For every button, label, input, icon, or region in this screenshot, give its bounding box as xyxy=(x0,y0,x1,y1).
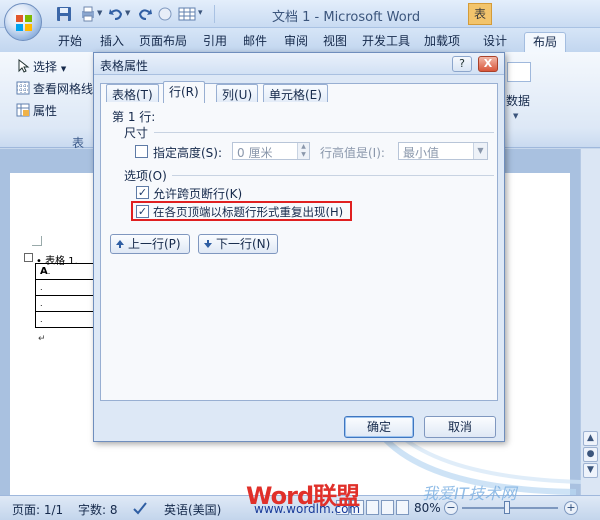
customize-qat-icon[interactable]: ▾ xyxy=(198,8,203,18)
table-cell-text: A xyxy=(40,265,48,277)
language-status[interactable]: 英语(美国) xyxy=(164,501,221,518)
size-section-label: 尺寸 xyxy=(124,126,149,140)
size-divider xyxy=(154,132,494,133)
tab-review[interactable]: 审阅 xyxy=(284,32,308,52)
tab-cell[interactable]: 单元格(E) xyxy=(263,84,328,102)
tab-mailings[interactable]: 邮件 xyxy=(243,32,267,52)
table-move-handle[interactable] xyxy=(24,253,33,262)
tab-row[interactable]: 行(R) xyxy=(163,81,205,103)
tab-table[interactable]: 表格(T) xyxy=(106,84,159,102)
tab-view[interactable]: 视图 xyxy=(323,32,347,52)
properties-button[interactable]: 属性 xyxy=(16,102,57,119)
draft-icon[interactable] xyxy=(396,500,409,515)
office-button[interactable] xyxy=(4,3,42,41)
row-number-label: 第 1 行: xyxy=(112,110,156,124)
page-count[interactable]: 页面: 1/1 xyxy=(12,501,63,518)
word-count[interactable]: 字数: 8 xyxy=(78,501,118,518)
data-group-label[interactable]: 数据 xyxy=(506,92,530,109)
redo-icon[interactable] xyxy=(137,6,153,22)
ribbon-tab-bar: 开始 插入 页面布局 引用 邮件 审阅 视图 开发工具 加载项 设计 布局 xyxy=(0,28,600,52)
previous-row-button[interactable]: 上一行(P) xyxy=(110,234,190,254)
tab-references[interactable]: 引用 xyxy=(203,32,227,52)
web-layout-icon[interactable] xyxy=(366,500,379,515)
margin-corner-mark xyxy=(32,236,42,246)
tab-column[interactable]: 列(U) xyxy=(216,84,259,102)
table-cell[interactable]: . xyxy=(35,295,94,312)
data-group-icon[interactable] xyxy=(507,62,531,82)
tab-home[interactable]: 开始 xyxy=(58,32,82,52)
undo-dropdown-icon[interactable]: ▼ xyxy=(125,9,130,17)
dialog-title: 表格属性 xyxy=(100,59,149,73)
options-divider xyxy=(172,175,494,176)
gridlines-label: 查看网格线 xyxy=(33,82,94,96)
watermark-itlogo: 我爱IT技术网 xyxy=(422,484,517,503)
specify-height-checkbox[interactable] xyxy=(135,145,148,158)
next-row-label: 下一行(N) xyxy=(216,237,271,251)
title-bar: ▼ ▼ ▾ 文档 1 - Microsoft Word 表 xyxy=(0,0,600,28)
table-tools-label: 表 xyxy=(468,3,492,25)
tab-design[interactable]: 设计 xyxy=(483,32,507,52)
view-gridlines-button[interactable]: 查看网格线 xyxy=(16,80,93,97)
row-height-is-label: 行高值是(I): xyxy=(320,146,385,160)
office-logo-icon xyxy=(16,15,32,31)
height-spinner[interactable]: 0 厘米 ▲ ▼ xyxy=(232,142,310,160)
quick-print-icon[interactable] xyxy=(80,6,96,22)
select-label: 选择 xyxy=(33,60,58,74)
close-button[interactable]: X xyxy=(478,56,498,72)
outline-icon[interactable] xyxy=(381,500,394,515)
toolbar-separator xyxy=(214,5,215,23)
table-cell[interactable]: . xyxy=(35,279,94,296)
circle-icon[interactable] xyxy=(157,6,173,22)
proofing-icon[interactable] xyxy=(132,500,148,516)
watermark-url: www.wordlm.com xyxy=(254,502,361,516)
spinner-arrows-icon[interactable]: ▲ ▼ xyxy=(297,143,309,159)
cursor-icon xyxy=(18,59,30,73)
zoom-in-icon[interactable]: + xyxy=(564,501,578,515)
table-cell[interactable]: . xyxy=(35,311,94,328)
select-button[interactable]: 选择 ▼ xyxy=(16,58,66,75)
allow-break-label: 允许跨页断行(K) xyxy=(153,187,243,201)
table-grid-icon[interactable] xyxy=(178,6,196,22)
previous-row-label: 上一行(P) xyxy=(128,237,181,251)
properties-label: 属性 xyxy=(33,104,58,118)
allow-break-checkbox[interactable]: ✓ xyxy=(136,186,149,199)
specify-height-label: 指定高度(S): xyxy=(153,146,223,160)
document-table[interactable]: A. . . . xyxy=(35,263,94,328)
data-dropdown-icon[interactable]: ▼ xyxy=(513,112,518,120)
height-value: 0 厘米 xyxy=(237,146,273,160)
gridlines-icon xyxy=(16,81,30,95)
tab-addins[interactable]: 加载项 xyxy=(424,32,460,52)
save-icon[interactable] xyxy=(56,6,72,22)
highlight-box xyxy=(131,201,352,221)
cancel-button[interactable]: 取消 xyxy=(424,416,496,438)
arrow-down-icon xyxy=(204,240,212,248)
arrow-up-icon xyxy=(116,240,124,248)
window-title: 文档 1 - Microsoft Word xyxy=(272,10,421,25)
ok-button[interactable]: 确定 xyxy=(344,416,414,438)
tab-page-layout[interactable]: 页面布局 xyxy=(139,32,187,52)
next-row-button[interactable]: 下一行(N) xyxy=(198,234,278,254)
select-dropdown-icon: ▼ xyxy=(60,65,67,73)
undo-icon[interactable] xyxy=(108,6,124,22)
dropdown-arrow-icon[interactable]: ▼ xyxy=(97,9,102,17)
row-height-mode-value: 最小值 xyxy=(403,146,440,160)
zoom-slider[interactable] xyxy=(462,507,558,509)
dialog-title-bar[interactable]: 表格属性 ? X xyxy=(94,53,504,75)
tab-layout[interactable]: 布局 xyxy=(524,32,567,52)
tab-developer[interactable]: 开发工具 xyxy=(362,32,410,52)
chevron-down-icon[interactable]: ▼ xyxy=(473,143,487,159)
table-properties-icon xyxy=(16,103,30,117)
paragraph-mark: ↵ xyxy=(38,334,46,344)
help-button[interactable]: ? xyxy=(452,56,472,72)
table-cell[interactable]: A. xyxy=(35,263,94,280)
options-section-label: 选项(O) xyxy=(124,169,167,183)
row-height-mode-select[interactable]: 最小值 ▼ xyxy=(398,142,488,160)
tab-insert[interactable]: 插入 xyxy=(100,32,124,52)
